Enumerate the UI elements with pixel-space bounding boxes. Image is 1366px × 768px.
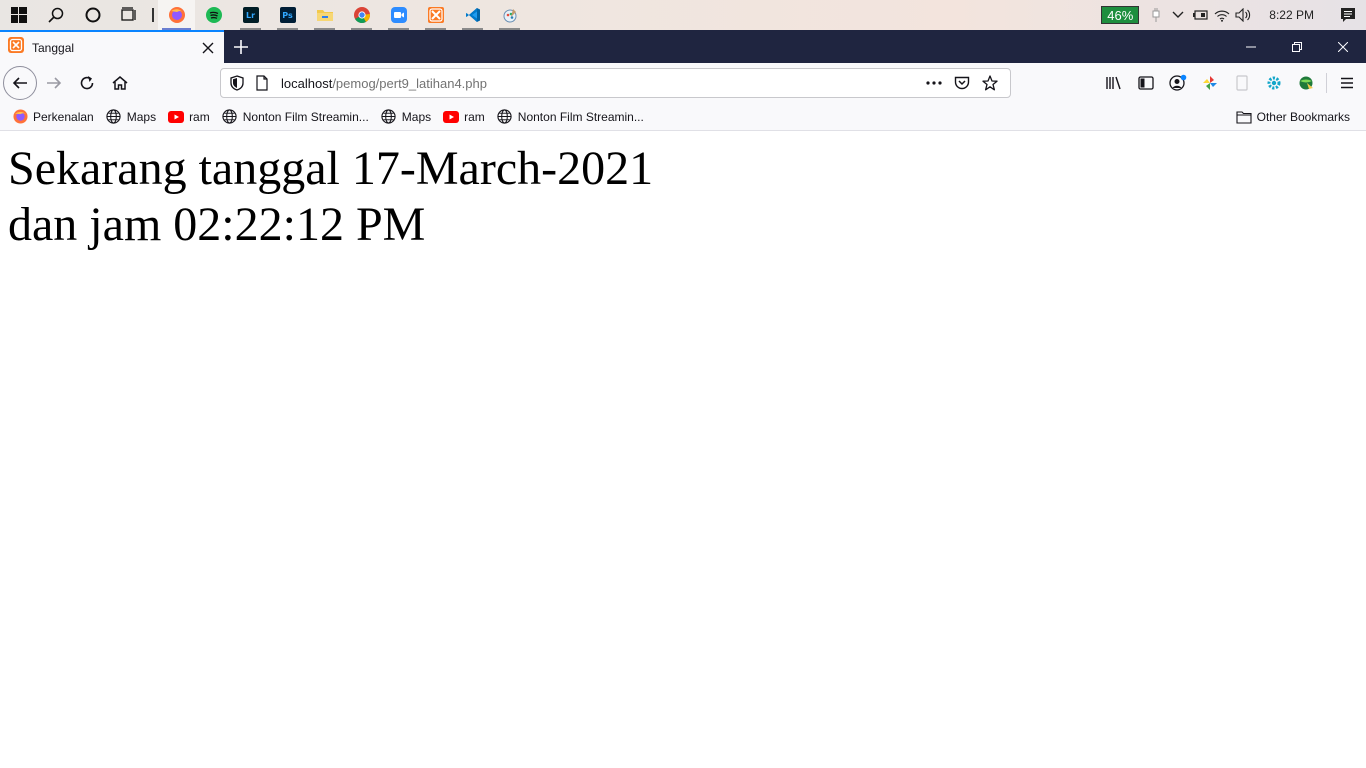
home-button[interactable] <box>104 67 136 99</box>
bookmark-nonton-film[interactable]: Nonton Film Streamin... <box>218 105 373 129</box>
shield-icon[interactable] <box>223 75 251 91</box>
forward-button[interactable] <box>38 67 70 99</box>
photoshop-label: Ps <box>279 7 296 23</box>
bookmark-label: ram <box>464 109 485 124</box>
battery-indicator[interactable]: 46% <box>1101 6 1140 24</box>
xampp-icon[interactable] <box>417 0 454 30</box>
tab-strip: Tanggal <box>0 30 1366 63</box>
bookmark-maps[interactable]: Maps <box>102 105 160 129</box>
bookmark-ram[interactable]: ram <box>164 105 214 129</box>
tab-title: Tanggal <box>32 40 75 55</box>
firefox-icon[interactable] <box>158 0 195 30</box>
time-line: dan jam 02:22:12 PM <box>8 198 426 251</box>
date-line: Sekarang tanggal 17-March-2021 <box>8 142 654 195</box>
toolbar-divider <box>1326 73 1327 93</box>
tab-tanggal[interactable]: Tanggal <box>0 30 224 63</box>
zoom-icon[interactable] <box>380 0 417 30</box>
close-window-button[interactable] <box>1320 30 1366 63</box>
globe-icon <box>497 109 513 125</box>
extension-gear-icon[interactable] <box>1258 67 1290 99</box>
other-bookmarks-label: Other Bookmarks <box>1256 110 1350 124</box>
bookmark-nonton-film-2[interactable]: Nonton Film Streamin... <box>493 105 648 129</box>
paint-icon[interactable] <box>491 0 528 30</box>
file-explorer-icon[interactable] <box>306 0 343 30</box>
windows-start-icon[interactable] <box>0 0 37 30</box>
power-plug-icon[interactable] <box>1145 0 1167 30</box>
spotify-icon[interactable] <box>195 0 232 30</box>
bookmark-label: Perkenalan <box>33 109 94 124</box>
extension-globe-icon[interactable] <box>1290 67 1322 99</box>
youtube-icon <box>443 109 460 125</box>
url-text: localhost/pemog/pert9_latihan4.php <box>281 76 487 91</box>
url-host: localhost <box>281 75 333 91</box>
page-content: Sekarang tanggal 17-March-2021 dan jam 0… <box>0 132 1366 768</box>
library-icon[interactable] <box>1098 67 1130 99</box>
bookmark-maps-2[interactable]: Maps <box>377 105 435 129</box>
navigation-toolbar: localhost/pemog/pert9_latihan4.php <box>0 63 1366 103</box>
page-body-text: Sekarang tanggal 17-March-2021 dan jam 0… <box>8 141 653 253</box>
bookmark-label: Nonton Film Streamin... <box>517 109 644 124</box>
firefox-icon <box>12 109 28 125</box>
chevron-up-icon[interactable] <box>1167 0 1189 30</box>
xampp-favicon-icon <box>8 37 24 58</box>
restore-button[interactable] <box>1274 30 1320 63</box>
bookmarks-toolbar: Perkenalan Maps ram Nonton Film Streamin… <box>0 103 1366 131</box>
chrome-icon[interactable] <box>343 0 380 30</box>
lightroom-icon[interactable]: Lr <box>232 0 269 30</box>
bookmark-ram-2[interactable]: ram <box>439 105 489 129</box>
taskbar-separator <box>148 7 158 23</box>
new-tab-button[interactable] <box>225 30 257 63</box>
bookmark-label: ram <box>189 109 210 124</box>
extension-blank-icon[interactable] <box>1226 67 1258 99</box>
page-actions-icon[interactable] <box>920 69 948 97</box>
folder-icon <box>1236 109 1252 125</box>
bookmark-label: Maps <box>401 109 432 124</box>
volume-icon[interactable] <box>1233 0 1255 30</box>
cortana-icon[interactable] <box>74 0 111 30</box>
youtube-icon <box>168 109 185 125</box>
back-button[interactable] <box>3 66 37 100</box>
vscode-icon[interactable] <box>454 0 491 30</box>
windows-taskbar: Lr Ps 46% 8:22 PM <box>0 0 1366 30</box>
globe-icon <box>222 109 238 125</box>
bookmark-star-icon[interactable] <box>976 69 1004 97</box>
tab-close-icon[interactable] <box>200 40 216 56</box>
reload-button[interactable] <box>71 67 103 99</box>
pocket-icon[interactable] <box>948 69 976 97</box>
url-path: /pemog/pert9_latihan4.php <box>332 75 487 91</box>
system-tray: 46% 8:22 PM <box>1101 0 1366 30</box>
other-bookmarks-folder[interactable]: Other Bookmarks <box>1232 105 1354 129</box>
account-icon[interactable] <box>1162 67 1194 99</box>
bookmark-label: Maps <box>126 109 157 124</box>
battery-icon[interactable] <box>1189 0 1211 30</box>
lightroom-label: Lr <box>242 7 259 23</box>
wifi-icon[interactable] <box>1211 0 1233 30</box>
search-icon[interactable] <box>37 0 74 30</box>
clock[interactable]: 8:22 PM <box>1269 8 1314 22</box>
sidebar-icon[interactable] <box>1130 67 1162 99</box>
minimize-button[interactable] <box>1228 30 1274 63</box>
globe-icon <box>106 109 122 125</box>
url-actions <box>920 69 1004 97</box>
action-center-icon[interactable] <box>1330 0 1366 30</box>
menu-icon[interactable] <box>1331 67 1363 99</box>
toolbar-right <box>1098 63 1366 103</box>
photoshop-icon[interactable]: Ps <box>269 0 306 30</box>
task-view-icon[interactable] <box>111 0 148 30</box>
bookmark-perkenalan[interactable]: Perkenalan <box>8 105 98 129</box>
page-info-icon[interactable] <box>251 75 273 91</box>
globe-icon <box>381 109 397 125</box>
address-bar[interactable]: localhost/pemog/pert9_latihan4.php <box>220 68 1011 98</box>
bookmark-label: Nonton Film Streamin... <box>242 109 369 124</box>
window-controls <box>1228 30 1366 63</box>
extension-colorful-icon[interactable] <box>1194 67 1226 99</box>
